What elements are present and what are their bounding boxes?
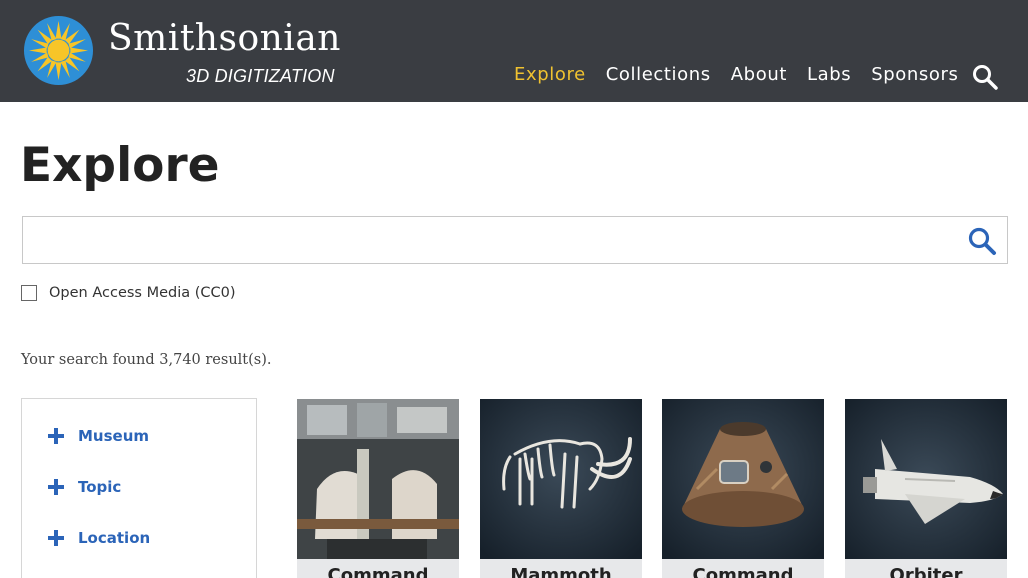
nav-collections[interactable]: Collections <box>606 64 711 85</box>
result-card[interactable]: Mammoth <box>480 399 642 578</box>
search-icon[interactable] <box>967 226 997 256</box>
filter-location[interactable]: Location <box>48 529 150 547</box>
smithsonian-sun-icon[interactable] <box>23 15 94 86</box>
plus-icon <box>48 428 64 444</box>
filter-topic[interactable]: Topic <box>48 478 121 496</box>
mammoth-skeleton-thumbnail <box>480 399 642 559</box>
result-card[interactable]: Command <box>662 399 824 578</box>
nav-explore[interactable]: Explore <box>514 64 586 85</box>
result-count: Your search found 3,740 result(s). <box>21 352 272 368</box>
result-title[interactable]: Command <box>297 565 459 578</box>
filter-museum[interactable]: Museum <box>48 427 149 445</box>
main-nav: Explore Collections About Labs Sponsors <box>514 64 979 85</box>
cc0-filter: Open Access Media (CC0) <box>21 285 236 301</box>
result-title[interactable]: Orbiter <box>845 565 1007 578</box>
search-input[interactable] <box>23 217 953 263</box>
search-icon[interactable] <box>972 64 998 90</box>
result-card[interactable]: Command <box>297 399 459 578</box>
site-header: Smithsonian 3D DIGITIZATION Explore Coll… <box>0 0 1028 102</box>
nav-about[interactable]: About <box>731 64 787 85</box>
cockpit-interior-thumbnail <box>297 399 459 559</box>
brand-subtitle[interactable]: 3D DIGITIZATION <box>186 66 335 87</box>
filter-label: Topic <box>78 478 122 496</box>
search-bar <box>22 216 1008 264</box>
plus-icon <box>48 479 64 495</box>
brand-name[interactable]: Smithsonian <box>108 18 341 59</box>
result-card[interactable]: Orbiter <box>845 399 1007 578</box>
filter-panel: Museum Topic Location <box>21 398 257 578</box>
nav-labs[interactable]: Labs <box>807 64 851 85</box>
filter-label: Location <box>78 529 151 547</box>
page-title: Explore <box>20 138 220 193</box>
filter-label: Museum <box>78 427 150 445</box>
plus-icon <box>48 530 64 546</box>
result-title[interactable]: Mammoth <box>480 565 642 578</box>
result-title[interactable]: Command <box>662 565 824 578</box>
cc0-label[interactable]: Open Access Media (CC0) <box>49 285 236 301</box>
command-module-capsule-thumbnail <box>662 399 824 559</box>
nav-sponsors[interactable]: Sponsors <box>871 64 958 85</box>
space-shuttle-thumbnail <box>845 399 1007 559</box>
cc0-checkbox[interactable] <box>21 285 37 301</box>
